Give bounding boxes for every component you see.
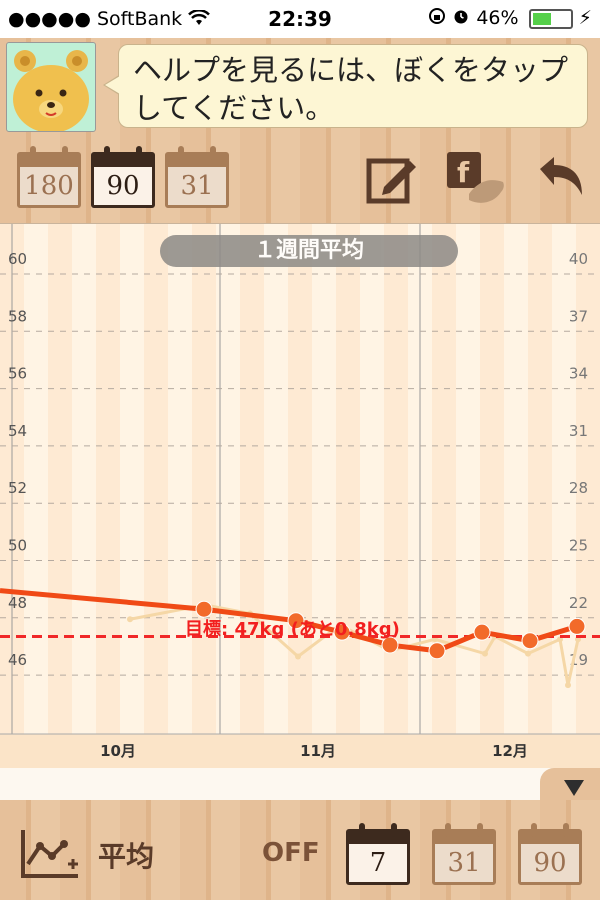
y-left-tick: 48 — [8, 594, 27, 612]
daily-point — [565, 682, 571, 689]
daily-point — [127, 616, 133, 623]
back-arrow-icon[interactable] — [536, 153, 586, 207]
y-right-tick: 25 — [569, 537, 588, 555]
daily-point — [482, 650, 488, 657]
chart-stripe — [336, 224, 360, 734]
average-point — [473, 623, 491, 641]
daily-point — [525, 650, 531, 657]
edit-icon[interactable] — [366, 153, 420, 209]
x-axis-label: 11月 — [300, 742, 336, 760]
avg-90-label: 90 — [533, 848, 567, 878]
y-left-tick: 50 — [8, 537, 27, 555]
chart-stripe — [192, 224, 216, 734]
y-right-tick: 34 — [569, 365, 588, 383]
charging-icon: ⚡ — [578, 7, 592, 29]
average-toggle[interactable]: OFF — [262, 838, 320, 868]
y-right-tick: 22 — [569, 594, 588, 612]
range-31-button[interactable]: 31 — [165, 146, 229, 208]
alarm-icon — [452, 7, 470, 30]
chart-stripe — [144, 224, 168, 734]
y-right-tick: 40 — [569, 250, 588, 268]
bear-avatar-button[interactable] — [6, 42, 96, 132]
battery-percent: 46% — [476, 7, 519, 29]
weight-chart[interactable]: 60 40 58 37 56 34 54 31 52 28 50 25 48 22 46 19 10月 11月 12… — [0, 223, 600, 769]
y-left-tick: 54 — [8, 422, 27, 440]
help-speech-bubble[interactable]: ヘルプを見るには、ぼくをタップ してください。 — [103, 44, 588, 128]
daily-point — [295, 653, 301, 660]
chart-title: １週間平均 — [160, 235, 458, 267]
y-right-tick: 28 — [569, 479, 588, 497]
battery-icon — [528, 8, 573, 29]
status-bar: ●●●●● SoftBank 22:39 46% ⚡ — [0, 0, 600, 38]
y-right-tick: 37 — [569, 307, 588, 325]
facebook-twitter-icon[interactable]: f — [445, 150, 507, 212]
help-text-line1: ヘルプを見るには、ぼくをタップ — [133, 53, 569, 87]
range-180-button[interactable]: 180 — [17, 146, 81, 208]
y-left-tick: 46 — [8, 651, 27, 669]
help-text-line2: してください。 — [133, 91, 335, 125]
avg-31-button[interactable]: 31 — [432, 823, 496, 885]
chart-svg: 60 4058 3756 3454 3152 2850 2548 2246 1910月 11月 12… — [0, 224, 600, 769]
avg-7-button[interactable]: 7 — [346, 823, 410, 885]
chart-stripe — [384, 224, 408, 734]
range-90-button[interactable]: 90 — [91, 146, 155, 208]
x-axis-label: 10月 — [100, 742, 136, 760]
graph-plus-icon[interactable] — [20, 828, 82, 884]
y-left-tick: 60 — [8, 250, 27, 268]
svg-text:f: f — [457, 156, 470, 189]
y-left-tick: 56 — [8, 365, 27, 383]
avg-31-label: 31 — [447, 848, 481, 878]
x-axis-label: 12月 — [492, 742, 528, 760]
average-point — [521, 632, 539, 650]
chart-stripe — [480, 224, 504, 734]
chart-stripe — [528, 224, 552, 734]
range-90-label: 90 — [106, 171, 140, 201]
y-left-tick: 58 — [8, 307, 27, 325]
goal-label: 目標: 47kg (あと0.8kg) — [185, 619, 400, 640]
y-left-tick: 52 — [8, 479, 27, 497]
range-31-label: 31 — [180, 171, 214, 201]
range-180-label: 180 — [24, 171, 74, 201]
avg-90-button[interactable]: 90 — [518, 823, 582, 885]
note-strip — [0, 768, 600, 800]
average-label: 平均 — [98, 840, 155, 873]
bear-icon — [13, 50, 89, 131]
average-point — [568, 617, 586, 635]
triangle-down-icon[interactable] — [564, 780, 584, 796]
y-right-tick: 31 — [569, 422, 588, 440]
rotation-lock-icon — [428, 7, 446, 30]
chart-stripe — [240, 224, 264, 734]
chart-stripe — [96, 224, 120, 734]
chart-stripe — [48, 224, 72, 734]
average-point — [428, 642, 446, 660]
avg-7-label: 7 — [369, 848, 387, 878]
